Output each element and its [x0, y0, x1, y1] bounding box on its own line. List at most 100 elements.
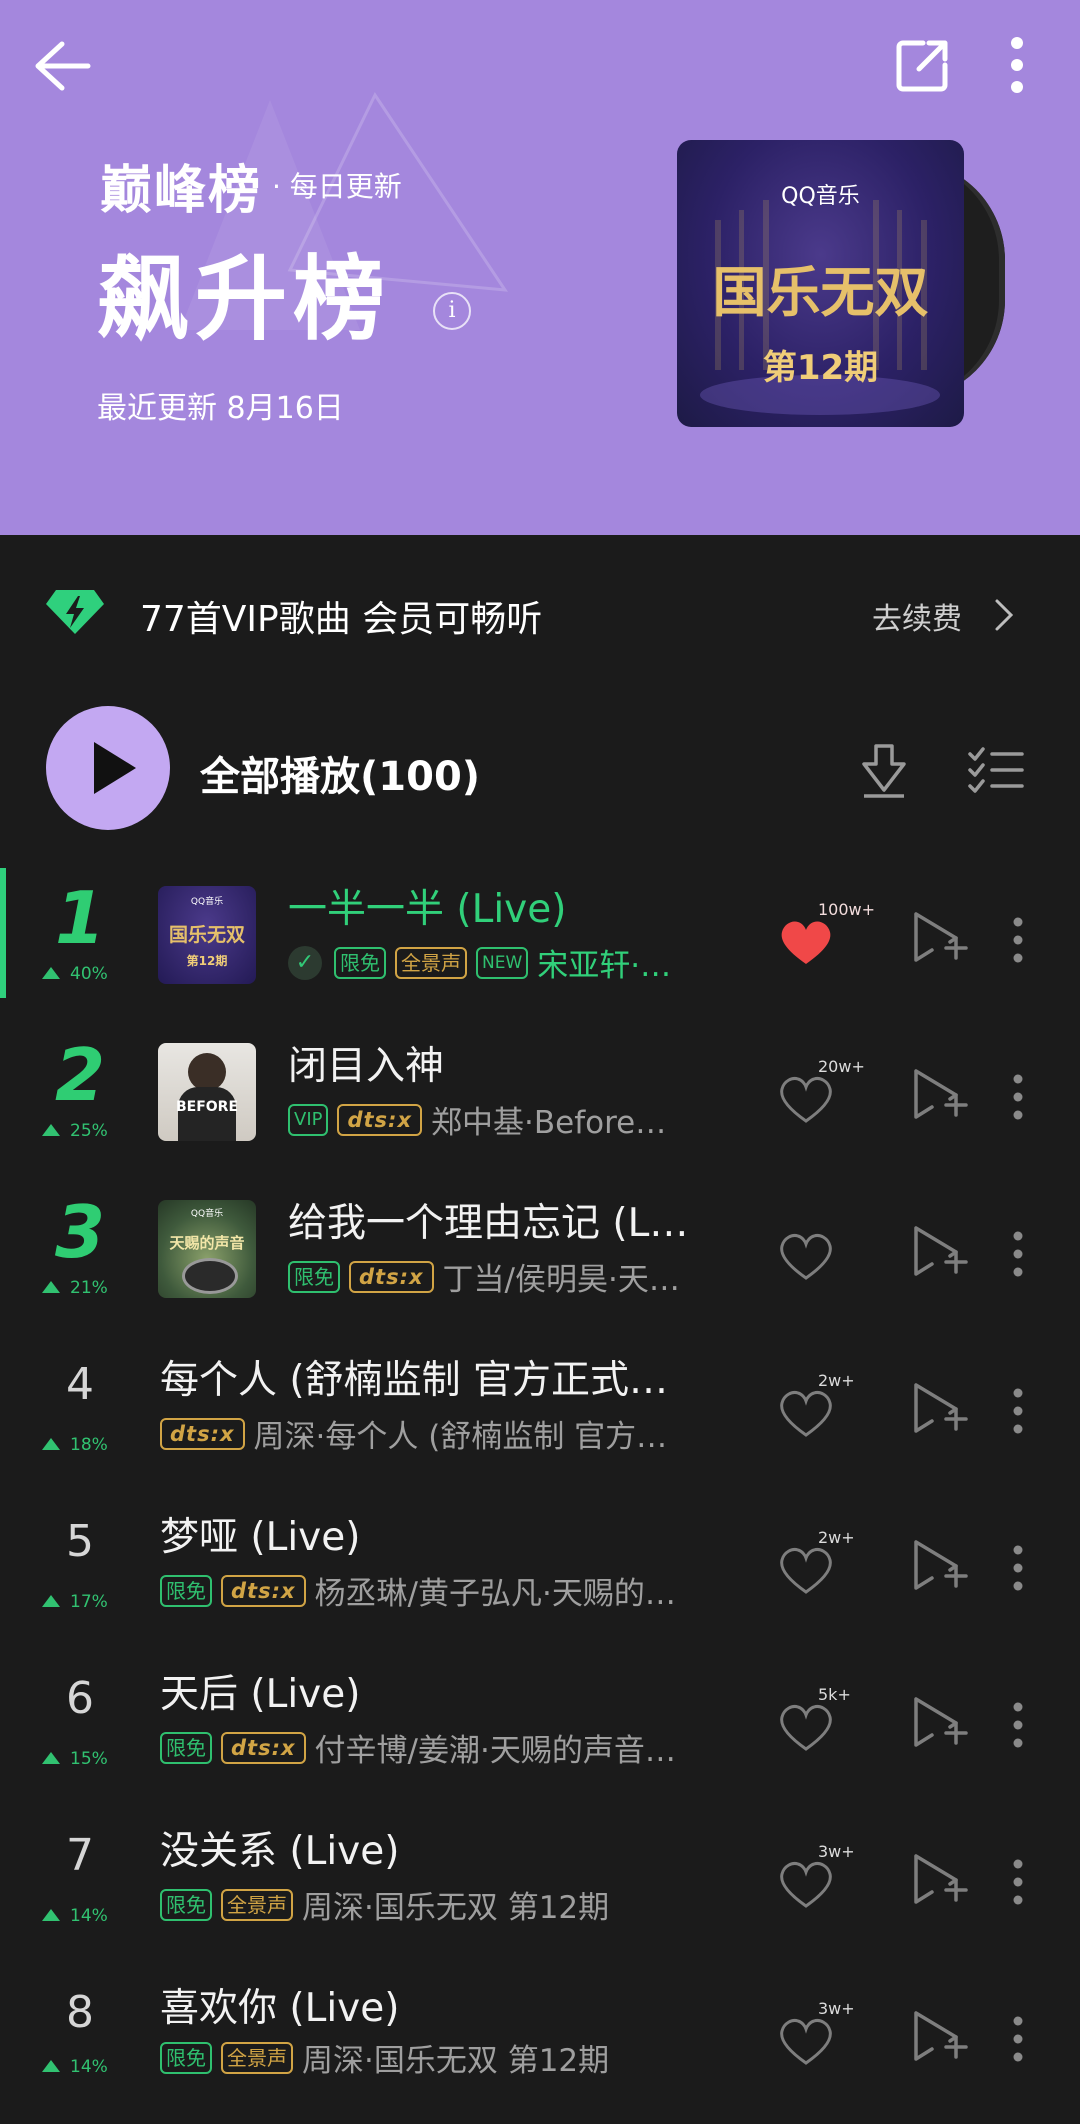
- tag-dts: dts:x: [349, 1260, 434, 1293]
- heart-icon[interactable]: [778, 2017, 834, 2067]
- add-to-playlist-icon[interactable]: [910, 1852, 968, 1910]
- heart-icon[interactable]: [778, 918, 834, 968]
- last-updated: 最近更新 8月16日: [97, 391, 344, 426]
- tag-spatial: 全景声: [221, 2041, 293, 2074]
- song-rank: 8: [66, 1987, 94, 2038]
- add-to-playlist-icon[interactable]: [910, 1695, 968, 1753]
- song-row[interactable]: 5 17% 梦哑 (Live) 限免 dts:x 杨丞琳/黄子弘凡·天赐的… 2…: [0, 1496, 1080, 1653]
- song-row[interactable]: 8 14% 喜欢你 (Live) 限免 全景声 周深·国乐无双 第12期 3w+: [0, 1967, 1080, 2124]
- song-row[interactable]: 4 18% 每个人 (舒楠监制 官方正式… dts:x 周深·每个人 (舒楠监制…: [0, 1339, 1080, 1496]
- song-rank: 5: [66, 1516, 94, 1567]
- chart-cover-art[interactable]: QQ音乐 国乐无双 第12期: [677, 140, 964, 427]
- song-meta: 限免 dts:x 付辛博/姜潮·天赐的声音…: [160, 1725, 676, 1770]
- chart-brand: 巅峰榜: [100, 161, 263, 221]
- now-playing-indicator: [0, 868, 6, 998]
- heart-icon[interactable]: [778, 1075, 834, 1125]
- tag-dts: dts:x: [337, 1103, 422, 1136]
- song-artist: 杨丞琳/黄子弘凡·天赐的…: [314, 1576, 676, 1612]
- song-rank: 6: [66, 1673, 94, 1724]
- trend-up-icon: [42, 1909, 60, 1921]
- song-title: 每个人 (舒楠监制 官方正式…: [160, 1358, 669, 1403]
- play-icon: [94, 742, 136, 794]
- song-title: 喜欢你 (Live): [160, 1986, 400, 2031]
- song-row[interactable]: 6 15% 天后 (Live) 限免 dts:x 付辛博/姜潮·天赐的声音… 5…: [0, 1653, 1080, 1810]
- song-title: 给我一个理由忘记 (L…: [288, 1201, 689, 1246]
- song-meta: ✓ 限免 全景声 NEW 宋亚轩·…: [288, 940, 671, 985]
- more-options-icon[interactable]: [1012, 2015, 1024, 2063]
- tag-free: 限免: [288, 1260, 340, 1293]
- like-count: 100w+: [818, 900, 876, 919]
- chart-header: 巅峰榜 · 每日更新 飙升榜 i 最近更新 8月16日 QQ音乐 国乐无双 第1…: [0, 0, 1080, 535]
- heart-icon[interactable]: [778, 1546, 834, 1596]
- heart-icon[interactable]: [778, 1232, 834, 1282]
- tag-dts: dts:x: [160, 1417, 245, 1450]
- add-to-playlist-icon[interactable]: [910, 1067, 968, 1125]
- song-trend: 25%: [42, 1121, 142, 1141]
- trend-up-icon: [42, 1281, 60, 1293]
- song-trend: 15%: [42, 1749, 142, 1769]
- song-trend: 40%: [42, 964, 142, 984]
- more-options-icon[interactable]: [1012, 1858, 1024, 1906]
- song-artist: 付辛博/姜潮·天赐的声音…: [314, 1733, 676, 1769]
- song-title: 梦哑 (Live): [160, 1515, 361, 1560]
- song-meta: 限免 全景声 周深·国乐无双 第12期: [160, 2035, 609, 2080]
- song-trend: 18%: [42, 1435, 142, 1455]
- play-all-label[interactable]: 全部播放(100): [200, 744, 480, 802]
- more-options-icon[interactable]: [1012, 1230, 1024, 1278]
- song-artist: 周深·国乐无双 第12期: [302, 2043, 610, 2079]
- vip-message: 77首VIP歌曲 会员可畅听: [140, 599, 543, 640]
- song-row[interactable]: 7 14% 没关系 (Live) 限免 全景声 周深·国乐无双 第12期 3w+: [0, 1810, 1080, 1967]
- song-row[interactable]: 2 25% BEFORE 闭目入神 VIP dts:x 郑中基·Before… …: [0, 1025, 1080, 1182]
- play-all-button[interactable]: [46, 706, 170, 830]
- cover-logo: QQ音乐: [781, 184, 860, 209]
- song-row[interactable]: 1 40% QQ音乐 国乐无双 第12期 一半一半 (Live) ✓ 限免 全景…: [0, 868, 1080, 1025]
- tag-dts: dts:x: [221, 1731, 306, 1764]
- add-to-playlist-icon[interactable]: [910, 910, 968, 968]
- song-trend: 21%: [42, 1278, 142, 1298]
- heart-icon[interactable]: [778, 1860, 834, 1910]
- add-to-playlist-icon[interactable]: [910, 1381, 968, 1439]
- add-to-playlist-icon[interactable]: [910, 2009, 968, 2067]
- song-thumbnail: BEFORE: [158, 1043, 256, 1141]
- more-options-icon[interactable]: [1012, 916, 1024, 964]
- tag-free: 限免: [160, 1731, 212, 1764]
- song-title: 一半一半 (Live): [288, 887, 567, 932]
- song-thumbnail: QQ音乐 天赐的声音: [158, 1200, 256, 1298]
- tag-spatial: 全景声: [395, 946, 467, 979]
- download-icon[interactable]: [858, 742, 910, 798]
- add-to-playlist-icon[interactable]: [910, 1224, 968, 1282]
- add-to-playlist-icon[interactable]: [910, 1538, 968, 1596]
- more-options-icon[interactable]: [1012, 1701, 1024, 1749]
- more-options-icon[interactable]: [1012, 1073, 1024, 1121]
- song-rank: 2: [54, 1033, 106, 1117]
- more-options-icon[interactable]: [1012, 1387, 1024, 1435]
- heart-icon[interactable]: [778, 1703, 834, 1753]
- tag-free: 限免: [160, 2041, 212, 2074]
- tag-vip: VIP: [288, 1103, 329, 1136]
- heart-icon[interactable]: [778, 1389, 834, 1439]
- song-artist: 丁当/侯明昊·天…: [442, 1262, 680, 1298]
- like-count: 2w+: [818, 1371, 855, 1390]
- song-artist: 宋亚轩·…: [537, 948, 672, 984]
- cover-issue: 第12期: [762, 348, 879, 388]
- more-vertical-icon[interactable]: [995, 32, 1039, 98]
- trend-up-icon: [42, 1124, 60, 1136]
- tag-free: 限免: [334, 946, 386, 979]
- like-count: 5k+: [818, 1685, 851, 1704]
- song-row[interactable]: 3 21% QQ音乐 天赐的声音 给我一个理由忘记 (L… 限免 dts:x 丁…: [0, 1182, 1080, 1339]
- song-thumbnail: QQ音乐 国乐无双 第12期: [158, 886, 256, 984]
- trend-up-icon: [42, 967, 60, 979]
- info-icon[interactable]: i: [433, 292, 471, 330]
- like-count: 2w+: [818, 1528, 855, 1547]
- vip-banner[interactable]: 77首VIP歌曲 会员可畅听 去续费: [0, 580, 1080, 640]
- share-icon[interactable]: [890, 34, 954, 98]
- more-options-icon[interactable]: [1012, 1544, 1024, 1592]
- renew-link[interactable]: 去续费: [872, 594, 962, 638]
- song-trend: 14%: [42, 1906, 142, 1926]
- song-title: 天后 (Live): [160, 1672, 361, 1717]
- back-arrow-icon[interactable]: [30, 36, 94, 96]
- like-count: 3w+: [818, 1842, 855, 1861]
- tag-dts: dts:x: [221, 1574, 306, 1607]
- trend-up-icon: [42, 2060, 60, 2072]
- multi-select-icon[interactable]: [968, 746, 1024, 794]
